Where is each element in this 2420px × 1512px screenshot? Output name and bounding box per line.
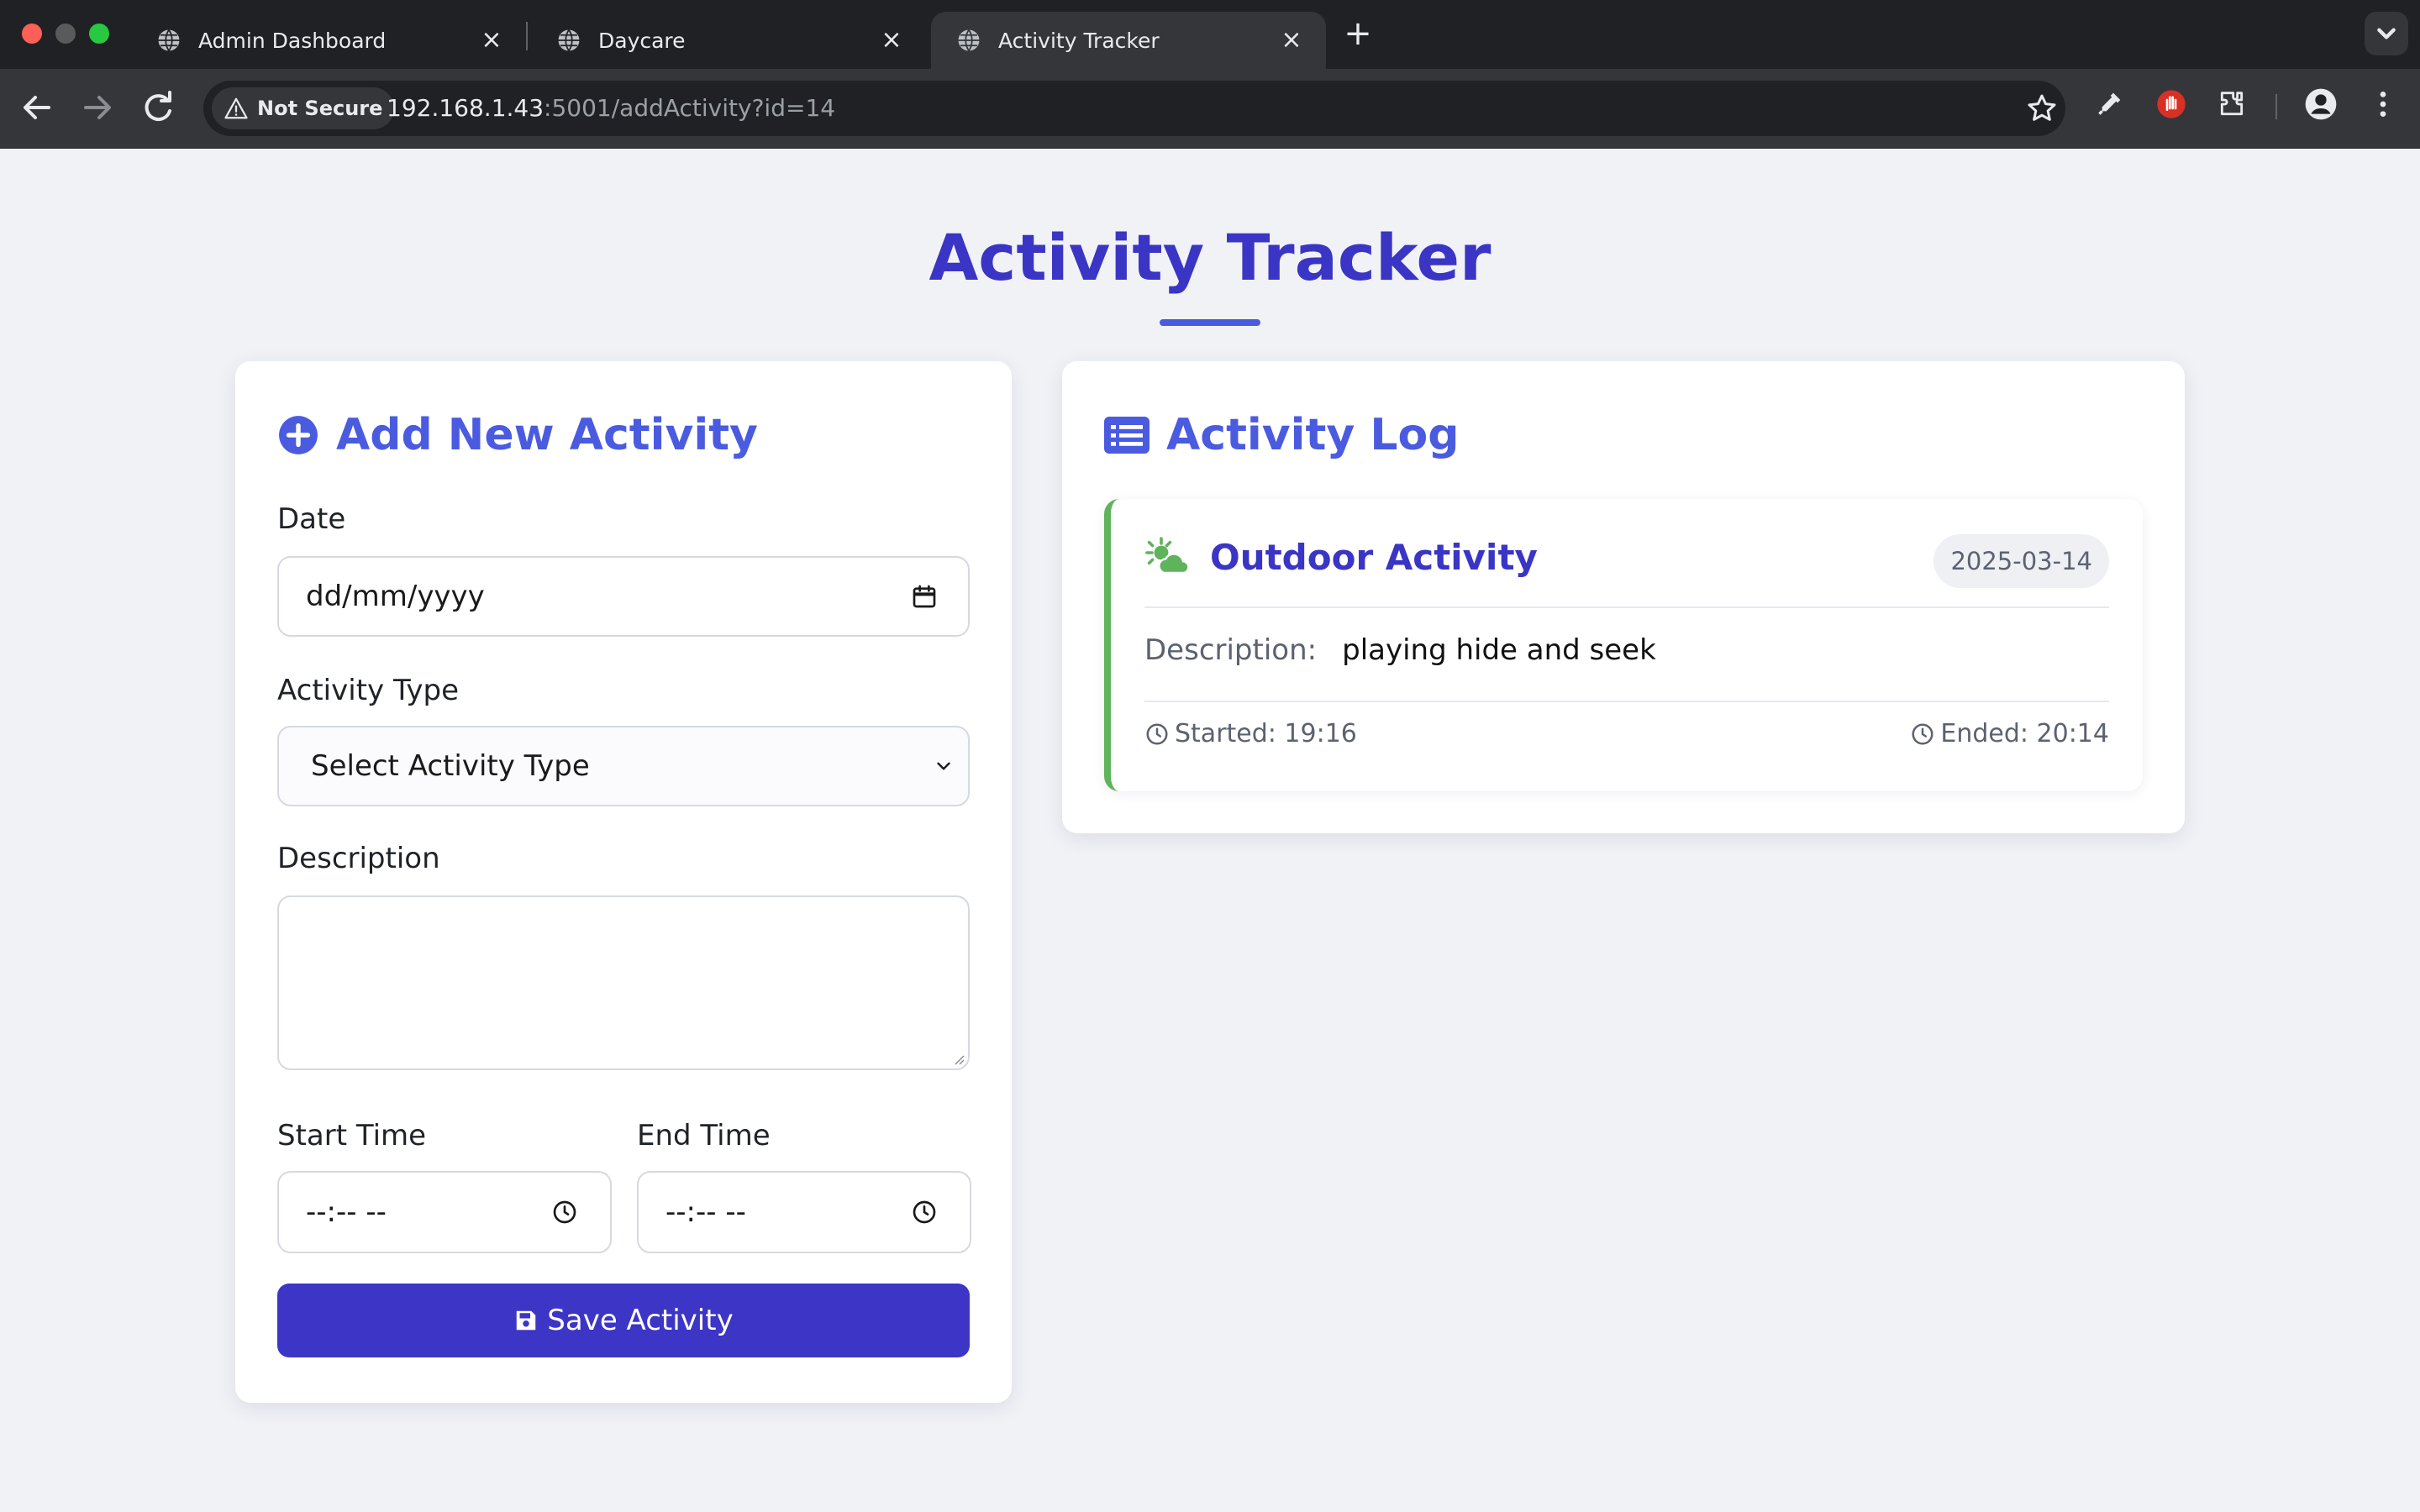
url-path: :5001/addActivity?id=14 — [544, 94, 836, 122]
address-bar[interactable]: Not Secure 192.168.1.43:5001/addActivity… — [203, 81, 2065, 136]
security-chip[interactable]: Not Secure — [212, 87, 395, 129]
window-zoom-button[interactable] — [89, 24, 109, 44]
globe-icon — [158, 29, 180, 51]
chevron-down-icon — [2377, 28, 2396, 39]
entry-end-text: Ended: 20:14 — [1940, 719, 2109, 748]
end-time-label: End Time — [637, 1119, 771, 1152]
end-time-placeholder: --:-- -- — [666, 1195, 746, 1229]
forward-arrow-icon[interactable] — [77, 87, 118, 128]
clock-icon — [1912, 723, 1933, 744]
browser-tab-strip: Admin Dashboard × Daycare × Activity Tra… — [0, 0, 2420, 69]
tab-title: Activity Tracker — [998, 28, 1160, 53]
add-activity-heading-text: Add New Activity — [336, 410, 758, 460]
date-placeholder: dd/mm/yyyy — [306, 580, 485, 613]
start-time-placeholder: --:-- -- — [306, 1195, 387, 1229]
browser-toolbar: Not Secure 192.168.1.43:5001/addActivity… — [0, 69, 2420, 149]
activity-log-card: Activity Log Outdoor Activity 2025-03-14… — [1062, 361, 2185, 833]
save-activity-label: Save Activity — [547, 1304, 734, 1337]
page-title: Activity Tracker — [929, 220, 1491, 295]
entry-description-text: playing hide and seek — [1342, 633, 1656, 667]
bookmark-star-icon[interactable] — [2025, 92, 2059, 125]
title-underline — [1160, 319, 1260, 326]
resize-handle-icon[interactable] — [951, 1052, 965, 1065]
entry-type-text: Outdoor Activity — [1210, 536, 1538, 578]
window-close-button[interactable] — [22, 24, 42, 44]
chevron-down-icon — [937, 762, 950, 770]
eyedropper-icon[interactable] — [2092, 87, 2126, 121]
activity-type-select[interactable]: Select Activity Type — [277, 726, 970, 806]
plus-circle-icon — [279, 416, 318, 454]
url-text: 192.168.1.43:5001/addActivity?id=14 — [387, 81, 835, 136]
toolbar-divider — [2275, 94, 2277, 119]
start-time-input[interactable]: --:-- -- — [277, 1171, 612, 1253]
browser-tab-daycare[interactable]: Daycare × — [531, 12, 926, 69]
entry-start-time: Started: 19:16 — [1144, 719, 1357, 748]
url-host: 192.168.1.43 — [387, 94, 544, 122]
browser-tab-activity-tracker[interactable]: Activity Tracker × — [931, 12, 1326, 69]
tab-close-icon[interactable]: × — [1281, 28, 1302, 53]
puzzle-extensions-icon[interactable] — [2215, 87, 2249, 121]
entry-divider — [1144, 701, 2109, 702]
new-tab-button[interactable]: + — [1339, 15, 1376, 52]
tab-title: Daycare — [598, 28, 686, 53]
entry-description-label: Description: — [1144, 633, 1318, 667]
entry-end-time: Ended: 20:14 — [1910, 719, 2109, 748]
start-time-label: Start Time — [277, 1119, 427, 1152]
activity-log-heading: Activity Log — [1104, 410, 1459, 460]
tab-close-icon[interactable]: × — [881, 28, 902, 53]
browser-tab-admin-dashboard[interactable]: Admin Dashboard × — [131, 12, 526, 69]
add-activity-card: Add New Activity Date dd/mm/yyyy Activit… — [235, 361, 1012, 1403]
list-icon — [1104, 417, 1150, 454]
back-arrow-icon[interactable] — [17, 87, 57, 128]
activity-type-label: Activity Type — [277, 674, 460, 707]
profile-avatar-icon[interactable] — [2304, 87, 2338, 121]
clock-icon[interactable] — [911, 1199, 938, 1226]
tab-search-button[interactable] — [2365, 12, 2408, 55]
tab-close-icon[interactable]: × — [481, 28, 502, 53]
warning-triangle-icon — [224, 97, 248, 119]
clock-icon — [1146, 723, 1168, 744]
stop-hand-extension-icon[interactable] — [2154, 87, 2188, 121]
calendar-icon[interactable] — [911, 583, 938, 610]
tab-title: Admin Dashboard — [198, 28, 387, 53]
add-activity-heading: Add New Activity — [277, 410, 758, 460]
description-label: Description — [277, 842, 440, 875]
description-textarea[interactable] — [277, 895, 970, 1070]
end-time-input[interactable]: --:-- -- — [637, 1171, 971, 1253]
activity-type-selected: Select Activity Type — [311, 749, 590, 783]
globe-icon — [558, 29, 580, 51]
entry-type: Outdoor Activity — [1144, 536, 1538, 578]
reload-icon[interactable] — [138, 87, 178, 128]
clock-icon[interactable] — [551, 1199, 578, 1226]
date-input[interactable]: dd/mm/yyyy — [277, 556, 970, 637]
activity-log-entry: Outdoor Activity 2025-03-14 Description:… — [1104, 499, 2143, 791]
activity-log-heading-text: Activity Log — [1166, 410, 1460, 460]
save-activity-button[interactable]: Save Activity — [277, 1284, 970, 1357]
date-label: Date — [277, 502, 346, 536]
entry-description-row: Description: playing hide and seek — [1144, 633, 1656, 667]
kebab-menu-icon[interactable] — [2366, 87, 2400, 121]
sun-cloud-icon — [1145, 537, 1190, 575]
entry-start-text: Started: 19:16 — [1175, 719, 1357, 748]
floppy-disk-icon — [517, 1310, 536, 1331]
tab-divider — [526, 22, 528, 50]
security-label: Not Secure — [257, 97, 383, 120]
entry-date-badge: 2025-03-14 — [1933, 534, 2109, 588]
window-minimize-button[interactable] — [55, 24, 76, 44]
entry-divider — [1144, 606, 2109, 608]
globe-icon — [958, 29, 980, 51]
